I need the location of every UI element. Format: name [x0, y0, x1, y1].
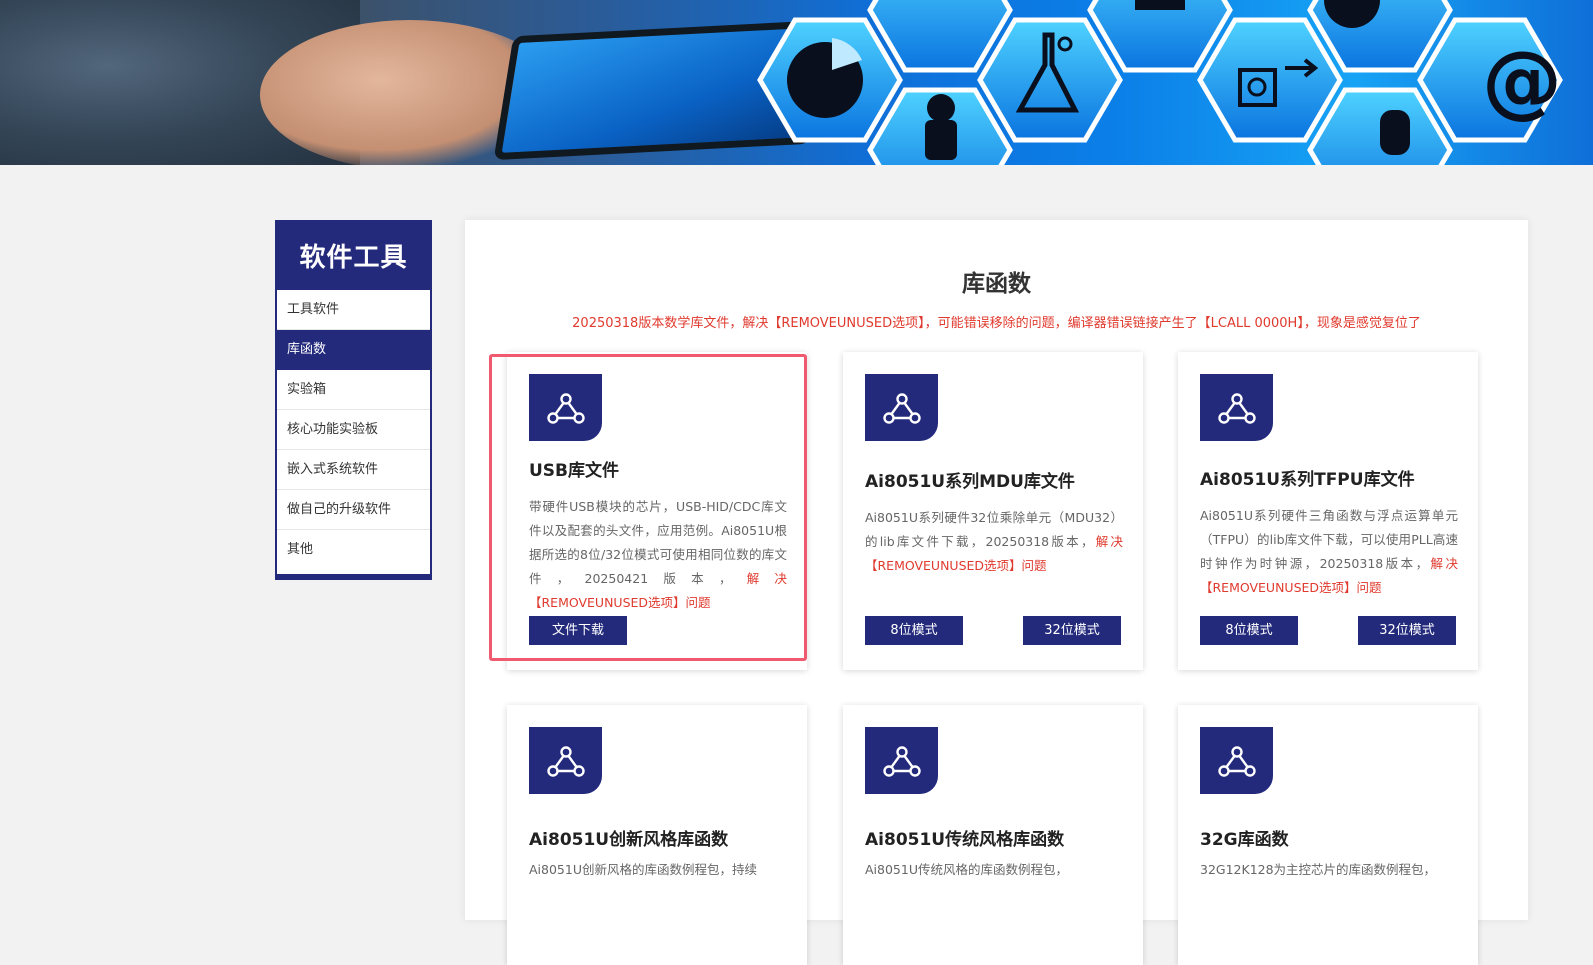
8bit-mode-button[interactable]: 8位模式	[1200, 616, 1298, 645]
card-title: Ai8051U系列TFPU库文件	[1200, 470, 1415, 490]
card-description: Ai8051U传统风格的库函数例程包，	[865, 862, 1068, 877]
card-description: Ai8051U创新风格的库函数例程包，持续	[529, 862, 757, 877]
sidebar-item-other[interactable]: 其他	[277, 530, 430, 569]
card-description: Ai8051U系列硬件三角函数与浮点运算单元（TFPU）的lib库文件下载，可以…	[1200, 508, 1458, 595]
update-notice: 20250318版本数学库文件，解决【REMOVEUNUSED选项】，可能错误移…	[572, 316, 1421, 331]
card-traditional-style-library: Ai8051U传统风格库函数 Ai8051U传统风格的库函数例程包，	[843, 705, 1143, 965]
sidebar-item-embedded-software[interactable]: 嵌入式系统软件	[277, 450, 430, 490]
card-description: 32G12K128为主控芯片的库函数例程包，	[1200, 862, 1437, 877]
share-network-icon	[865, 374, 938, 441]
card-description: 带硬件USB模块的芯片，USB-HID/CDC库文件以及配套的头文件，应用范例。…	[529, 499, 787, 610]
page-title: 库函数	[962, 271, 1031, 297]
card-title: Ai8051U传统风格库函数	[865, 830, 1065, 850]
share-network-icon	[865, 727, 938, 794]
32bit-mode-button[interactable]: 32位模式	[1023, 616, 1121, 645]
share-network-icon	[1200, 727, 1273, 794]
sidebar-item-upgrade-software[interactable]: 做自己的升级软件	[277, 490, 430, 530]
share-network-icon	[1200, 374, 1273, 441]
card-title: Ai8051U系列MDU库文件	[865, 472, 1075, 492]
32bit-mode-button[interactable]: 32位模式	[1358, 616, 1456, 645]
main-panel: 库函数 20250318版本数学库文件，解决【REMOVEUNUSED选项】，可…	[465, 220, 1528, 965]
banner-hexagon-icons: @	[757, 0, 1563, 165]
card-title: 32G库函数	[1200, 830, 1289, 850]
card-mdu-library: Ai8051U系列MDU库文件 Ai8051U系列硬件32位乘除单元（MDU32…	[843, 352, 1143, 670]
sidebar-item-lab-box[interactable]: 实验箱	[277, 370, 430, 410]
sidebar-title: 软件工具	[277, 220, 430, 290]
header-banner: @	[0, 0, 1593, 165]
8bit-mode-button[interactable]: 8位模式	[865, 616, 963, 645]
sidebar-item-tools[interactable]: 工具软件	[277, 290, 430, 330]
card-description: Ai8051U系列硬件32位乘除单元（MDU32）的lib库文件下载，20250…	[865, 510, 1123, 573]
sidebar-bottom-bar	[277, 574, 430, 578]
card-title: USB库文件	[529, 461, 620, 481]
card-usb-library: USB库文件 带硬件USB模块的芯片，USB-HID/CDC库文件以及配套的头文…	[507, 352, 807, 670]
share-network-icon	[529, 727, 602, 794]
svg-text:@: @	[1482, 34, 1562, 127]
sidebar-menu: 工具软件 库函数 实验箱 核心功能实验板 嵌入式系统软件 做自己的升级软件 其他	[277, 290, 430, 569]
card-title: Ai8051U创新风格库函数	[529, 830, 729, 850]
sidebar-item-core-board[interactable]: 核心功能实验板	[277, 410, 430, 450]
sidebar: 软件工具 工具软件 库函数 实验箱 核心功能实验板 嵌入式系统软件 做自己的升级…	[275, 220, 432, 580]
card-innovative-style-library: Ai8051U创新风格库函数 Ai8051U创新风格的库函数例程包，持续	[507, 705, 807, 965]
card-tfpu-library: Ai8051U系列TFPU库文件 Ai8051U系列硬件三角函数与浮点运算单元（…	[1178, 352, 1478, 670]
card-32g-library: 32G库函数 32G12K128为主控芯片的库函数例程包，	[1178, 705, 1478, 965]
sidebar-item-library[interactable]: 库函数	[277, 330, 430, 370]
share-network-icon	[529, 374, 602, 441]
file-download-button[interactable]: 文件下载	[529, 616, 627, 645]
